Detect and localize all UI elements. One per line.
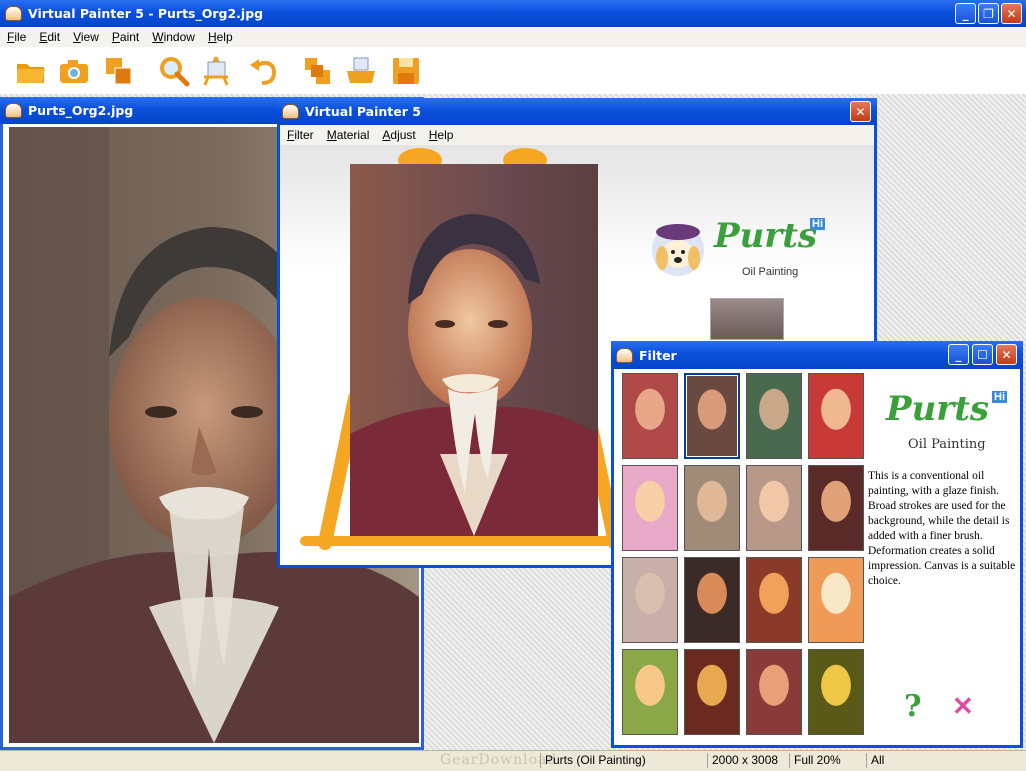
- filter-thumbnail[interactable]: [622, 649, 678, 735]
- vp-window-title-bar: Virtual Painter 5 ✕: [277, 98, 877, 125]
- filter-close-button[interactable]: ✕: [996, 344, 1017, 365]
- menu-help[interactable]: Help: [208, 30, 233, 44]
- vp-menu-help[interactable]: Help: [429, 128, 454, 142]
- filter-minimize-button[interactable]: _: [948, 344, 969, 365]
- minimize-button[interactable]: _: [955, 3, 976, 24]
- filter-logo-badge: Hi: [992, 391, 1007, 403]
- image-window-icon: [5, 103, 22, 118]
- filter-thumbnail[interactable]: [684, 465, 740, 551]
- filter-thumbnail[interactable]: [622, 465, 678, 551]
- filter-window-title-bar: Filter _ ☐ ✕: [611, 341, 1023, 369]
- menu-file[interactable]: File: [7, 30, 26, 44]
- filter-logo: Purts Hi Oil Painting: [884, 389, 1014, 459]
- filter-help-icon[interactable]: ?: [904, 689, 922, 724]
- filter-thumbnail[interactable]: [684, 649, 740, 735]
- status-size: 2000 x 3008: [707, 753, 787, 768]
- filter-logo-text: Purts: [886, 389, 990, 429]
- status-filter: Purts (Oil Painting): [540, 753, 705, 768]
- restore-button[interactable]: ❐: [978, 3, 999, 24]
- filter-style-label: Oil Painting: [908, 437, 986, 452]
- print-icon[interactable]: [345, 55, 377, 87]
- vp-style-label: Oil Painting: [742, 266, 799, 278]
- save-icon[interactable]: [390, 55, 422, 87]
- vp-logo-text: Purts: [714, 216, 818, 256]
- open-folder-icon[interactable]: [15, 55, 47, 87]
- filter-thumbnail[interactable]: [808, 557, 864, 643]
- camera-icon[interactable]: [58, 55, 90, 87]
- filter-window-icon: [616, 347, 633, 363]
- filter-description: This is a conventional oil painting, wit…: [868, 470, 1016, 587]
- oil-painting-preview: [350, 164, 598, 536]
- filter-thumbnail[interactable]: [746, 465, 802, 551]
- status-bar: GearDownload Purts (Oil Painting) 2000 x…: [0, 750, 1026, 771]
- easel-icon[interactable]: [200, 55, 232, 87]
- app-icon: [5, 6, 22, 21]
- vp-logo-badge: Hi: [810, 218, 825, 230]
- filter-thumbnail[interactable]: [808, 465, 864, 551]
- filter-window: Filter _ ☐ ✕ Purts Hi Oil Painting This …: [611, 341, 1023, 748]
- filter-thumbnail[interactable]: [684, 373, 740, 459]
- filter-thumbnail[interactable]: [746, 373, 802, 459]
- filter-cancel-icon[interactable]: ✕: [952, 691, 974, 722]
- filter-window-title: Filter: [639, 347, 677, 363]
- filter-thumbnail[interactable]: [684, 557, 740, 643]
- vp-menu-material[interactable]: Material: [327, 128, 370, 142]
- filter-thumbnail[interactable]: [746, 649, 802, 735]
- vp-menu-bar: Filter Material Adjust Help: [280, 125, 874, 146]
- vp-menu-adjust[interactable]: Adjust: [382, 128, 415, 142]
- vp-small-thumbnail: [710, 298, 784, 340]
- dog-mascot-icon: [652, 224, 704, 276]
- filter-thumbnail[interactable]: [808, 649, 864, 735]
- vp-close-button[interactable]: ✕: [850, 101, 871, 122]
- menu-window[interactable]: Window: [152, 30, 195, 44]
- layers-icon[interactable]: [103, 55, 135, 87]
- filter-thumbnail[interactable]: [622, 557, 678, 643]
- filter-thumbnail-grid: [620, 373, 868, 743]
- close-button[interactable]: ✕: [1001, 3, 1022, 24]
- image-window-title: Purts_Org2.jpg: [28, 103, 134, 118]
- menu-edit[interactable]: Edit: [39, 30, 60, 44]
- menu-paint[interactable]: Paint: [112, 30, 139, 44]
- filter-maximize-button[interactable]: ☐: [972, 344, 993, 365]
- copy-layer-icon[interactable]: [302, 55, 334, 87]
- filter-thumbnail[interactable]: [746, 557, 802, 643]
- status-zoom: Full 20%: [789, 753, 864, 768]
- status-scope: All: [866, 753, 1011, 768]
- main-toolbar: [0, 47, 1026, 95]
- undo-icon[interactable]: [248, 55, 280, 87]
- app-title: Virtual Painter 5 - Purts_Org2.jpg: [28, 6, 264, 21]
- main-menu-bar: File Edit View Paint Window Help: [0, 27, 1026, 48]
- menu-view[interactable]: View: [73, 30, 99, 44]
- filter-thumbnail[interactable]: [808, 373, 864, 459]
- zoom-icon[interactable]: [158, 55, 190, 87]
- vp-window-title: Virtual Painter 5: [305, 104, 421, 119]
- vp-menu-filter[interactable]: Filter: [287, 128, 314, 142]
- vp-window-icon: [282, 104, 299, 119]
- filter-thumbnail[interactable]: [622, 373, 678, 459]
- app-title-bar: Virtual Painter 5 - Purts_Org2.jpg _ ❐ ✕: [0, 0, 1026, 27]
- vp-logo: Purts Hi Oil Painting: [648, 216, 838, 286]
